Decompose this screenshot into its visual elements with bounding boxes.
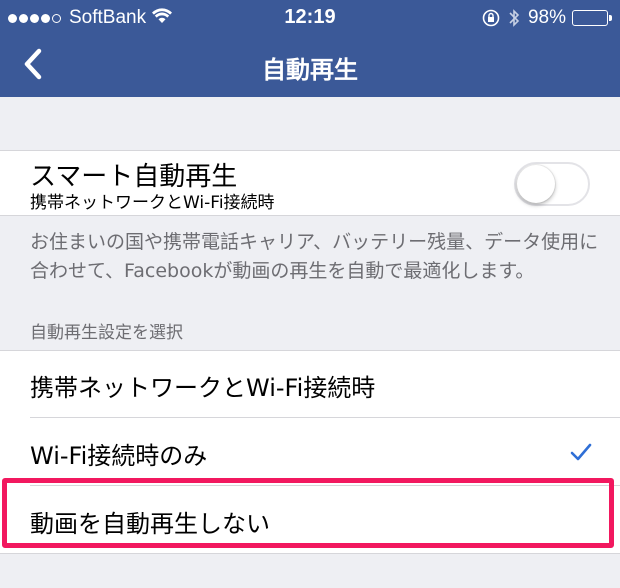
status-bar: SoftBank 12:19 98% — [0, 0, 620, 36]
navigation-bar: SoftBank 12:19 98% 自動再生 — [0, 0, 620, 97]
smart-autoplay-row: スマート自動再生 携帯ネットワークとWi-Fi接続時 — [0, 150, 620, 216]
status-right: 98% — [482, 7, 612, 29]
smart-autoplay-subtitle: 携帯ネットワークとWi-Fi接続時 — [30, 193, 275, 213]
highlight-frame — [2, 478, 614, 548]
checkmark-icon — [570, 443, 592, 461]
option-wifi-only[interactable]: Wi-Fi接続時のみ — [0, 418, 620, 486]
smart-autoplay-description: お住まいの国や携帯電話キャリア、バッテリー残量、データ使用に合わせて、Faceb… — [30, 231, 599, 282]
battery-percent: 98% — [527, 7, 566, 28]
toggle-knob — [517, 165, 555, 203]
option-cellular-and-wifi[interactable]: 携帯ネットワークとWi-Fi接続時 — [0, 350, 620, 418]
option-label: 携帯ネットワークとWi-Fi接続時 — [30, 374, 376, 402]
page-title: 自動再生 — [262, 56, 358, 84]
rotation-lock-icon — [482, 9, 500, 27]
option-label: Wi-Fi接続時のみ — [30, 442, 208, 470]
section-header: 自動再生設定を選択 — [30, 323, 183, 343]
battery-icon — [572, 10, 612, 26]
bluetooth-icon — [508, 8, 520, 28]
smart-autoplay-toggle[interactable] — [514, 162, 590, 206]
